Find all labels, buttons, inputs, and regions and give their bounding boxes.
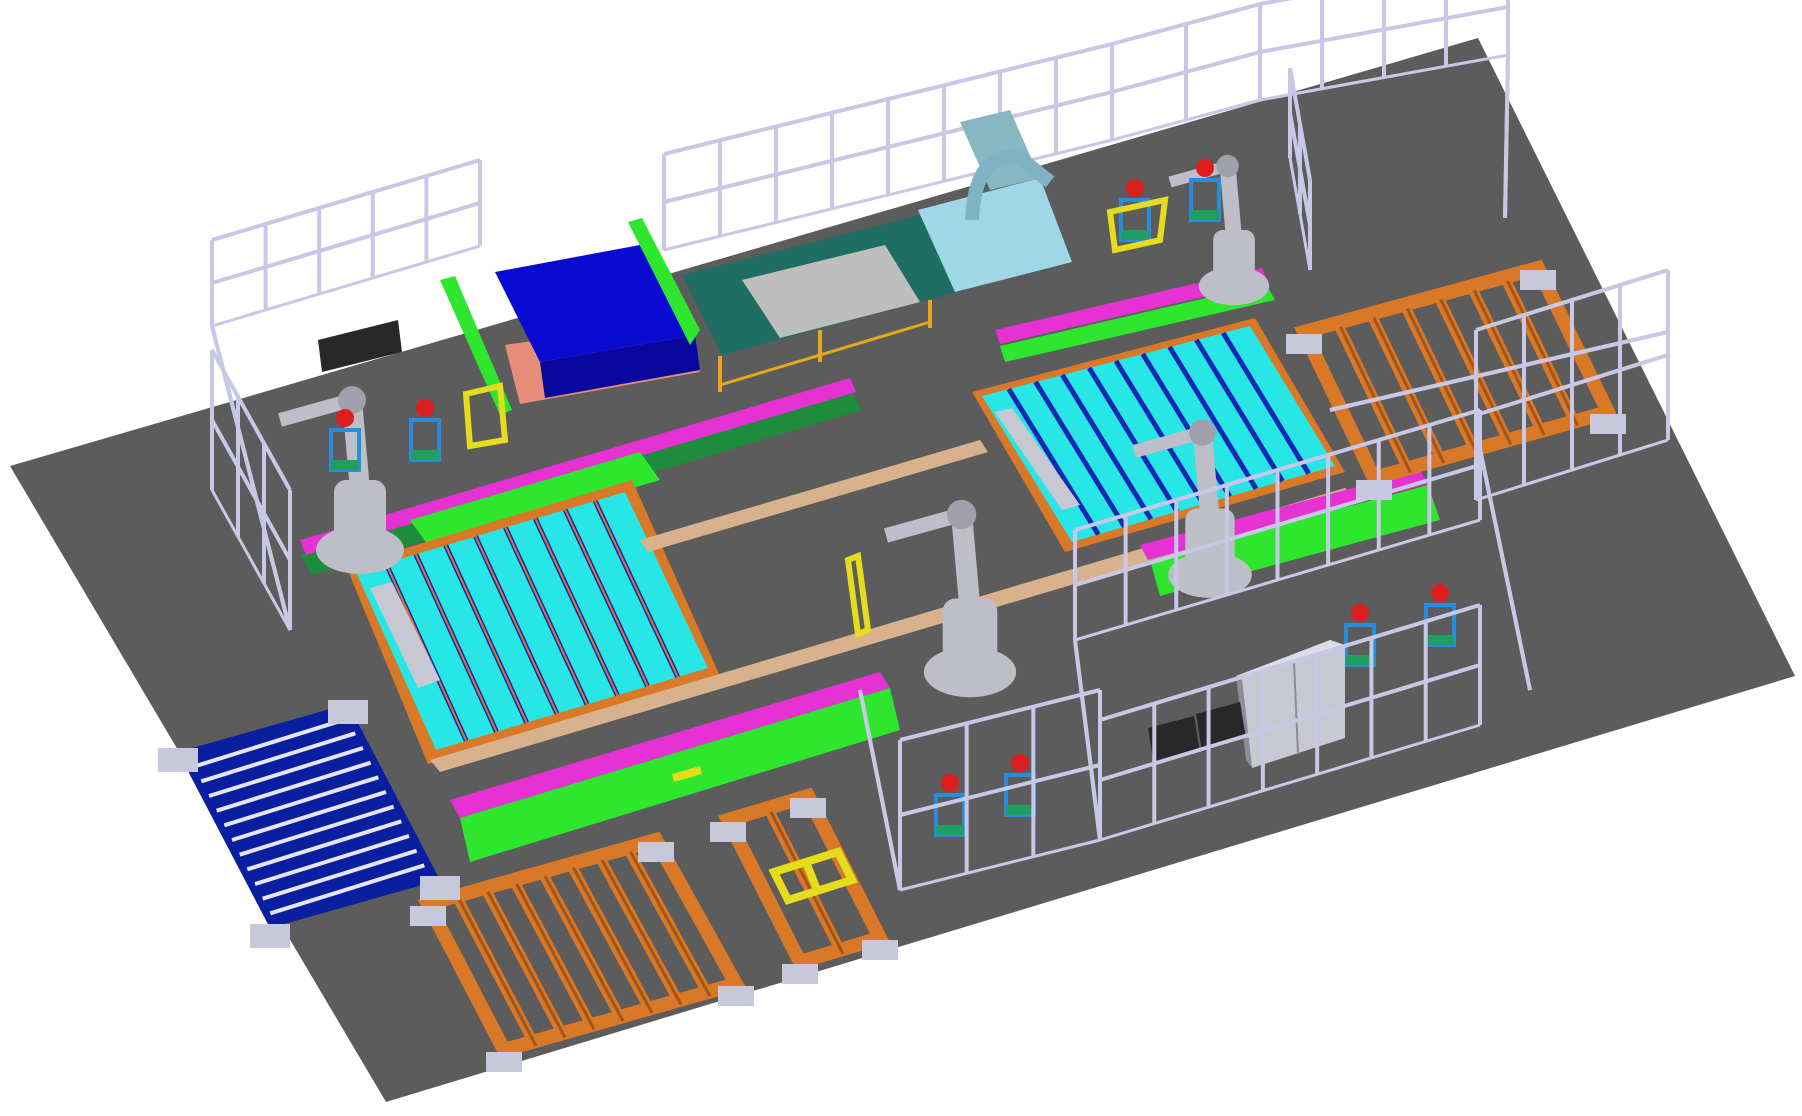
stand-base [1006,805,1034,815]
robot-body [334,480,386,550]
robot-joint [1189,419,1216,446]
fence-top-left-rail [211,158,481,242]
stand-base [1191,210,1219,220]
pallet-foot [158,748,198,772]
fence-top-left-rail [211,244,481,328]
stand-tool [1431,584,1449,602]
stand-base [331,460,359,470]
fence-top-left-rail [211,201,481,285]
pallet-foot [420,876,460,900]
stand-tool [941,774,959,792]
robot-joint [1216,154,1239,178]
robot-body [1213,230,1255,286]
stand-tool [1196,159,1214,177]
rack-bottom-small-foot [790,798,826,818]
stand-base [1121,230,1149,240]
rack-bottom-left-foot [638,842,674,862]
stand-tool [1351,604,1369,622]
stand-tool [416,399,434,417]
rack-bottom-small-foot [782,964,818,984]
rack-bottom-left-foot [718,986,754,1006]
workcell-layout-scene [10,0,1795,1102]
stand-tool [1126,179,1144,197]
pallet-foot [328,700,368,724]
rack-bottom-small-foot [862,940,898,960]
robot-body [942,598,998,672]
stand-base [411,450,439,460]
rack-top-right-foot [1520,270,1556,290]
robot-joint [946,499,977,530]
stand-base [1426,635,1454,645]
rack-bottom-left-foot [486,1052,522,1072]
rack-bottom-left-foot [410,906,446,926]
rack-top-right-foot [1286,334,1322,354]
pallet-foot [250,924,290,948]
rack-bottom-small-foot [710,822,746,842]
stand-tool [336,409,354,427]
stand-tool [1011,754,1029,772]
stand-base [936,825,964,835]
